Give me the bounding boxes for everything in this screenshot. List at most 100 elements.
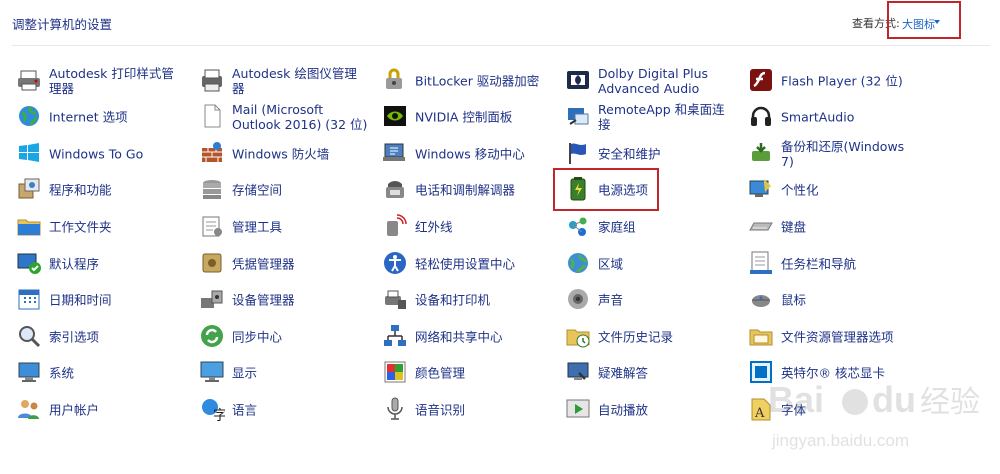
cp-item-region[interactable]: 区域 <box>565 247 735 281</box>
phone-icon <box>386 181 404 198</box>
cp-item-ease-of-access-center[interactable]: 轻松使用设置中心 <box>382 247 552 281</box>
cp-item-label: Dolby Digital Plus Advanced Audio <box>598 66 709 96</box>
cp-item-network-and-sharing-center[interactable]: 网络和共享中心 <box>382 320 552 354</box>
cp-item-programs-and-features[interactable]: 程序和功能 <box>16 173 186 207</box>
svg-text:字: 字 <box>213 408 225 422</box>
cp-item-homegroup[interactable]: 家庭组 <box>565 210 735 244</box>
cp-item-work-folders[interactable]: 工作文件夹 <box>16 210 186 244</box>
cp-item-personalization[interactable]: 个性化 <box>748 173 918 207</box>
cp-item-intel-core-graphics[interactable]: 英特尔® 核芯显卡 <box>748 356 918 390</box>
cp-item-windows-to-go[interactable]: Windows To Go <box>16 137 186 171</box>
globe-icon <box>19 106 39 126</box>
cp-item-default-programs[interactable]: 默认程序 <box>16 247 186 281</box>
cp-item-phone-and-modem[interactable]: 电话和调制解调器 <box>382 173 552 207</box>
cp-item-label: 管理工具 <box>232 219 283 235</box>
cp-item-label: 红外线 <box>415 219 453 235</box>
mouse-icon <box>752 295 770 307</box>
infrared-icon <box>387 214 407 236</box>
cp-item-language[interactable]: 字语言 <box>199 393 369 427</box>
magnifier-icon <box>19 326 41 348</box>
cp-item-windows-mobility-center[interactable]: Windows 移动中心 <box>382 137 552 171</box>
cp-item-devices-and-printers[interactable]: 设备和打印机 <box>382 283 552 317</box>
cp-item-color-management[interactable]: 颜色管理 <box>382 356 552 390</box>
cp-item-label: 程序和功能 <box>49 182 112 198</box>
cp-item-remoteapp[interactable]: RemoteApp 和桌面连接 <box>565 100 735 134</box>
region-globe-icon <box>568 253 588 273</box>
cp-item-device-manager[interactable]: 设备管理器 <box>199 283 369 317</box>
cp-item-smartaudio[interactable]: SmartAudio <box>748 100 918 134</box>
cp-item-label: 文件资源管理器选项 <box>781 329 894 345</box>
cp-item-flash-player[interactable]: Flash Player (32 位) <box>748 64 918 98</box>
cp-item-label: 默认程序 <box>49 256 100 272</box>
computer-icon <box>18 362 40 382</box>
flash-icon <box>750 69 772 91</box>
cp-item-label: 同步中心 <box>232 329 283 345</box>
microphone-icon <box>387 397 403 420</box>
cp-item-label: Flash Player (32 位) <box>781 73 903 89</box>
keyboard-icon <box>749 222 773 231</box>
cp-item-infrared[interactable]: 红外线 <box>382 210 552 244</box>
monitor-icon <box>200 361 224 382</box>
cp-item-troubleshooting[interactable]: 疑难解答 <box>565 356 735 390</box>
cp-item-dolby-digital-plus[interactable]: Dolby Digital Plus Advanced Audio <box>565 64 735 98</box>
cp-item-security-and-maintenance[interactable]: 安全和维护 <box>565 137 735 171</box>
cp-item-speech-recognition[interactable]: 语音识别 <box>382 393 552 427</box>
cp-item-autodesk-plotter-manager[interactable]: Autodesk 绘图仪管理器 <box>199 64 369 98</box>
svg-text:A: A <box>754 406 765 421</box>
cp-item-administrative-tools[interactable]: 管理工具 <box>199 210 369 244</box>
network-icon <box>384 325 406 346</box>
devices-printers-icon <box>385 290 406 309</box>
cp-item-label: Mail (Microsoft Outlook 2016) (32 位) <box>232 102 368 132</box>
cp-item-label: 个性化 <box>781 182 819 198</box>
cp-item-sync-center[interactable]: 同步中心 <box>199 320 369 354</box>
headphones-icon <box>751 106 771 126</box>
autoplay-icon <box>566 399 590 418</box>
cp-item-autoplay[interactable]: 自动播放 <box>565 393 735 427</box>
cp-item-user-accounts[interactable]: 用户帐户 <box>16 393 186 427</box>
cp-item-label: 键盘 <box>781 219 807 235</box>
cp-item-system[interactable]: 系统 <box>16 356 186 390</box>
cp-item-backup-and-restore[interactable]: 备份和还原(Windows 7) <box>748 137 918 171</box>
cp-item-sound[interactable]: 声音 <box>565 283 735 317</box>
windows-icon <box>19 143 39 162</box>
cp-item-indexing-options[interactable]: 索引选项 <box>16 320 186 354</box>
cp-item-label: 任务栏和导航 <box>781 256 857 272</box>
cp-item-label: RemoteApp 和桌面连接 <box>598 102 725 132</box>
cp-item-windows-firewall[interactable]: Windows 防火墙 <box>199 137 369 171</box>
cp-item-storage-spaces[interactable]: 存储空间 <box>199 173 369 207</box>
storage-icon <box>203 180 221 199</box>
cp-item-fonts[interactable]: A 字体 <box>748 393 918 427</box>
cp-item-label: 设备和打印机 <box>415 292 491 308</box>
cp-item-nvidia-control-panel[interactable]: NVIDIA 控制面板 <box>382 100 552 134</box>
users-icon <box>18 400 39 419</box>
cp-item-file-history[interactable]: 文件历史记录 <box>565 320 735 354</box>
cp-item-label: 安全和维护 <box>598 146 661 162</box>
vault-icon <box>202 253 222 273</box>
cp-item-file-explorer-options[interactable]: 文件资源管理器选项 <box>748 320 918 354</box>
cp-item-label: 索引选项 <box>49 329 100 345</box>
cp-item-taskbar-and-navigation[interactable]: 任务栏和导航 <box>748 247 918 281</box>
cp-item-label: Internet 选项 <box>49 109 128 125</box>
cp-item-autodesk-print-style-manager[interactable]: Autodesk 打印样式管理器 <box>16 64 186 98</box>
cp-item-credential-manager[interactable]: 凭据管理器 <box>199 247 369 281</box>
mobility-icon <box>383 143 405 161</box>
cp-item-label: 文件历史记录 <box>598 329 674 345</box>
cp-item-label: Windows 防火墙 <box>232 146 330 162</box>
cp-item-label: 颜色管理 <box>415 365 466 381</box>
cp-item-internet-options[interactable]: Internet 选项 <box>16 100 186 134</box>
cp-item-label: 区域 <box>598 256 624 272</box>
cp-item-display[interactable]: 显示 <box>199 356 369 390</box>
cp-item-label: 设备管理器 <box>232 292 295 308</box>
cp-item-mail[interactable]: Mail (Microsoft Outlook 2016) (32 位) <box>199 100 369 134</box>
intel-icon <box>750 361 772 383</box>
cp-item-keyboard[interactable]: 键盘 <box>748 210 918 244</box>
calendar-icon <box>18 289 40 310</box>
troubleshoot-icon <box>567 362 589 380</box>
cp-item-bitlocker[interactable]: BitLocker 驱动器加密 <box>382 64 552 98</box>
cp-item-label: 网络和共享中心 <box>415 329 503 345</box>
file-history-icon <box>566 329 590 348</box>
cp-item-mouse[interactable]: 鼠标 <box>748 283 918 317</box>
cp-item-date-and-time[interactable]: 日期和时间 <box>16 283 186 317</box>
cp-item-label: 声音 <box>598 292 624 308</box>
cp-item-label: 英特尔® 核芯显卡 <box>781 365 885 381</box>
